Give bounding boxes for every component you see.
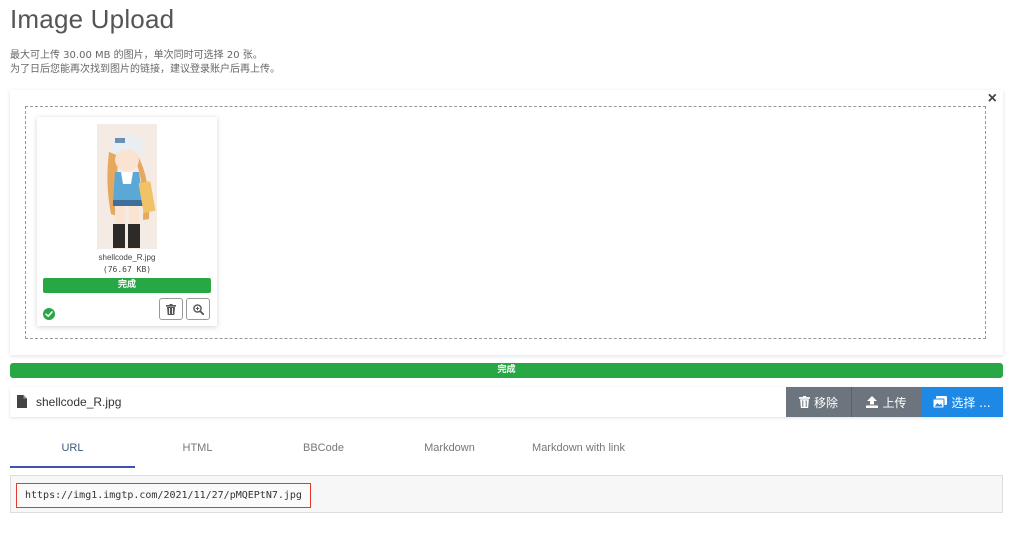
trash-icon [799,396,810,408]
link-format-tabs: URL HTML BBCode Markdown Markdown with l… [10,438,1003,468]
choose-file-button[interactable]: 选择 ... [921,387,1003,417]
page-title: Image Upload [10,4,175,34]
overall-progress-bar: 完成 [10,363,1003,378]
tab-url[interactable]: URL [10,438,135,468]
images-icon [933,396,948,408]
file-input-bar: shellcode_R.jpg 移除 上传 选择 ... [10,387,1003,417]
thumbnail-progress-bar: 完成 [43,278,211,293]
remove-file-button[interactable] [159,298,183,320]
zoom-preview-button[interactable] [186,298,210,320]
image-preview[interactable] [97,124,157,249]
upload-panel: × shellcode_R.jpg (76.67 KB) 完成 [10,90,1003,355]
thumbnail-file-size: (76.67 KB) [102,265,152,274]
selected-file-name: shellcode_R.jpg [36,395,122,409]
tab-html[interactable]: HTML [135,438,260,468]
upload-button-label: 上传 [882,395,907,410]
upload-icon [866,396,879,408]
remove-button[interactable]: 移除 [786,387,851,417]
tab-markdown-with-link[interactable]: Markdown with link [516,438,641,468]
thumbnail-file-name: shellcode_R.jpg [98,253,156,262]
tab-bbcode[interactable]: BBCode [261,438,386,468]
description-line-2: 为了日后您能再次找到图片的链接，建议登录账户后再上传。 [10,64,280,75]
close-icon[interactable]: × [988,90,997,108]
description-line-1: 最大可上传 30.00 MB 的图片，单次同时可选择 20 张。 [10,50,263,61]
upload-button[interactable]: 上传 [851,387,921,417]
remove-button-label: 移除 [813,395,838,410]
file-action-buttons: 移除 上传 选择 ... [786,387,1003,417]
link-output-box: https://img1.imgtp.com/2021/11/27/pMQEPt… [10,475,1003,513]
zoom-in-icon [192,303,204,315]
check-circle-icon [43,307,55,320]
drop-zone[interactable]: shellcode_R.jpg (76.67 KB) 完成 [25,106,986,339]
file-thumbnail-card: shellcode_R.jpg (76.67 KB) 完成 [37,117,217,326]
trash-icon [166,303,176,315]
choose-button-label: 选择 ... [951,395,991,410]
tab-markdown[interactable]: Markdown [387,438,512,468]
file-icon [17,395,27,408]
upload-description: 最大可上传 30.00 MB 的图片，单次同时可选择 20 张。 为了日后您能再… [10,49,280,77]
image-url-text[interactable]: https://img1.imgtp.com/2021/11/27/pMQEPt… [16,483,311,508]
